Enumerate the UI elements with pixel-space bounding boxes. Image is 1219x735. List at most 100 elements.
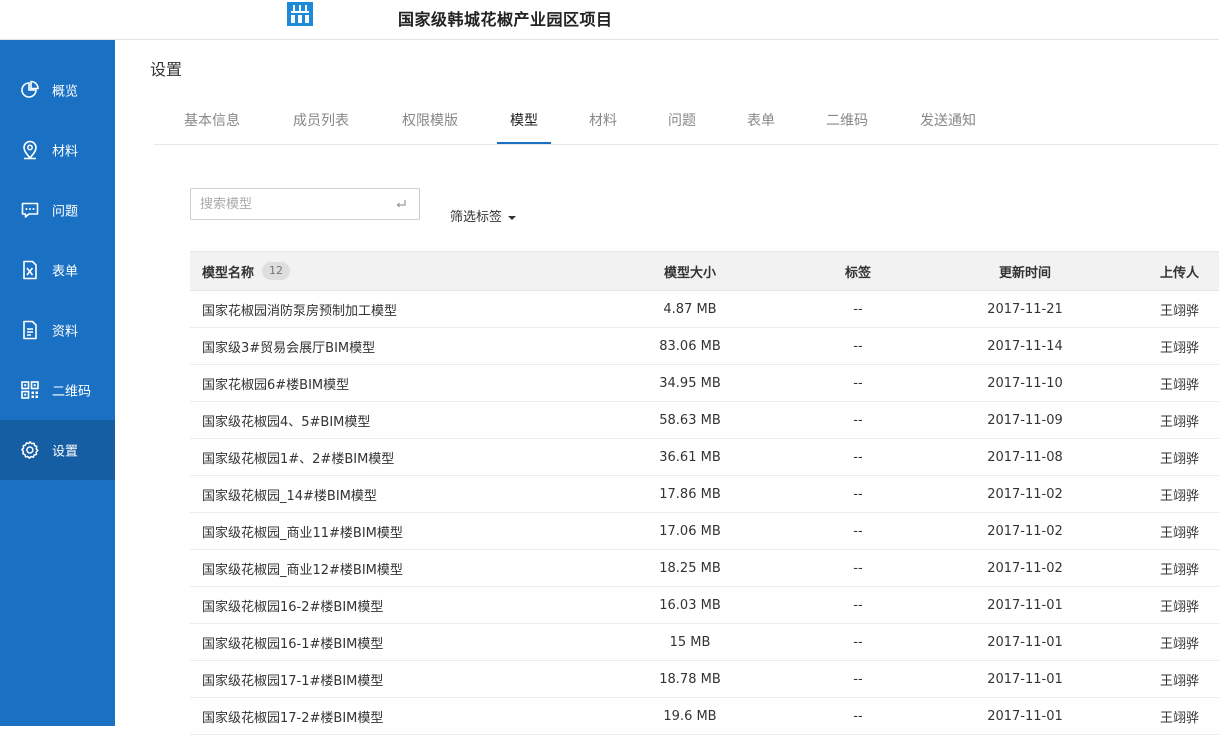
sidebar: 概览 材料 问题 表单 资料 二维码 设置 — [0, 40, 115, 726]
cell-model-size: 15 MB — [669, 634, 711, 650]
cell-tag: -- — [853, 338, 863, 354]
pie-chart-icon — [21, 80, 39, 98]
cell-uploader: 王翊骅 — [1160, 414, 1200, 430]
cell-model-size: 4.87 MB — [663, 301, 717, 317]
cell-update-time: 2017-11-08 — [987, 449, 1063, 465]
cell-update-time: 2017-11-02 — [987, 523, 1063, 539]
cell-model-size: 58.63 MB — [659, 412, 721, 428]
cell-model-size: 83.06 MB — [659, 338, 721, 354]
cell-tag: -- — [853, 412, 863, 428]
sidebar-item-overview[interactable]: 概览 — [0, 60, 115, 120]
table-row[interactable]: 国家级3#贸易会展厅BIM模型 83.06 MB -- 2017-11-14 王… — [190, 328, 1219, 365]
filter-tags-dropdown[interactable]: 筛选标签 — [450, 206, 517, 225]
tab-qrcode[interactable]: 二维码 — [823, 100, 871, 144]
table-row[interactable]: 国家级花椒园4、5#BIM模型 58.63 MB -- 2017-11-09 王… — [190, 402, 1219, 439]
tab-permission-templates[interactable]: 权限模版 — [399, 100, 461, 144]
cell-model-name[interactable]: 国家级花椒园16-2#楼BIM模型 — [202, 587, 383, 623]
cell-model-name[interactable]: 国家级花椒园_商业11#楼BIM模型 — [202, 513, 403, 549]
cell-model-size: 18.78 MB — [659, 671, 721, 687]
sidebar-item-materials[interactable]: 材料 — [0, 120, 115, 180]
sidebar-item-issues[interactable]: 问题 — [0, 180, 115, 240]
table-row[interactable]: 国家级花椒园16-1#楼BIM模型 15 MB -- 2017-11-01 王翊… — [190, 624, 1219, 661]
cell-uploader: 王翊骅 — [1160, 303, 1200, 319]
cell-uploader: 王翊骅 — [1160, 710, 1200, 726]
header-model-size[interactable]: 模型大小 — [635, 252, 745, 290]
table-row[interactable]: 国家级花椒园17-2#楼BIM模型 19.6 MB -- 2017-11-01 … — [190, 698, 1219, 735]
enter-icon[interactable] — [395, 198, 407, 210]
cell-model-name[interactable]: 国家级3#贸易会展厅BIM模型 — [202, 328, 375, 364]
table-row[interactable]: 国家级花椒园_商业12#楼BIM模型 18.25 MB -- 2017-11-0… — [190, 550, 1219, 587]
tab-issues[interactable]: 问题 — [665, 100, 699, 144]
tab-send-notification[interactable]: 发送通知 — [917, 100, 979, 144]
tab-materials[interactable]: 材料 — [586, 100, 620, 144]
page-title: 设置 — [150, 60, 183, 79]
table-row[interactable]: 国家花椒园6#楼BIM模型 34.95 MB -- 2017-11-10 王翊骅 — [190, 365, 1219, 402]
sidebar-item-forms[interactable]: 表单 — [0, 240, 115, 300]
cell-tag: -- — [853, 375, 863, 391]
tab-basic-info[interactable]: 基本信息 — [181, 100, 243, 144]
cell-tag: -- — [853, 634, 863, 650]
cell-model-name[interactable]: 国家花椒园6#楼BIM模型 — [202, 365, 349, 401]
table-row[interactable]: 国家级花椒园17-1#楼BIM模型 18.78 MB -- 2017-11-01… — [190, 661, 1219, 698]
sidebar-item-settings[interactable]: 设置 — [0, 420, 115, 480]
cell-update-time: 2017-11-01 — [987, 634, 1063, 650]
table-row[interactable]: 国家级花椒园1#、2#楼BIM模型 36.61 MB -- 2017-11-08… — [190, 439, 1219, 476]
sidebar-item-label: 问题 — [52, 204, 79, 220]
search-input[interactable] — [200, 189, 380, 219]
cell-update-time: 2017-11-14 — [987, 338, 1063, 354]
table-row[interactable]: 国家花椒园消防泵房预制加工模型 4.87 MB -- 2017-11-21 王翊… — [190, 291, 1219, 328]
cell-model-size: 36.61 MB — [659, 449, 721, 465]
chat-bubble-icon — [21, 202, 39, 218]
cell-model-size: 19.6 MB — [663, 708, 717, 724]
cell-update-time: 2017-11-01 — [987, 597, 1063, 613]
cell-tag: -- — [853, 560, 863, 576]
sidebar-item-label: 资料 — [52, 324, 79, 340]
cell-model-size: 17.86 MB — [659, 486, 721, 502]
cell-uploader: 王翊骅 — [1160, 340, 1200, 356]
cell-update-time: 2017-11-02 — [987, 560, 1063, 576]
sidebar-item-label: 二维码 — [52, 384, 92, 400]
cell-model-name[interactable]: 国家级花椒园_14#楼BIM模型 — [202, 476, 377, 512]
table-row[interactable]: 国家级花椒园_14#楼BIM模型 17.86 MB -- 2017-11-02 … — [190, 476, 1219, 513]
sidebar-item-qrcode[interactable]: 二维码 — [0, 360, 115, 420]
cell-update-time: 2017-11-10 — [987, 375, 1063, 391]
header-uploader: 上传人 — [1160, 265, 1200, 281]
table-row[interactable]: 国家级花椒园16-2#楼BIM模型 16.03 MB -- 2017-11-01… — [190, 587, 1219, 624]
cell-model-name[interactable]: 国家级花椒园16-1#楼BIM模型 — [202, 624, 383, 660]
cell-model-name[interactable]: 国家级花椒园17-2#楼BIM模型 — [202, 698, 383, 734]
cell-uploader: 王翊骅 — [1160, 488, 1200, 504]
cell-model-size: 17.06 MB — [659, 523, 721, 539]
cell-uploader: 王翊骅 — [1160, 673, 1200, 689]
cell-model-size: 18.25 MB — [659, 560, 721, 576]
cell-model-name[interactable]: 国家花椒园消防泵房预制加工模型 — [202, 291, 397, 327]
document-icon — [23, 320, 37, 340]
cell-uploader: 王翊骅 — [1160, 377, 1200, 393]
table-header: 模型名称 12 模型大小 标签 更新时间 上传人 — [190, 251, 1219, 291]
model-count-badge: 12 — [262, 262, 291, 280]
tab-forms[interactable]: 表单 — [744, 100, 778, 144]
cell-update-time: 2017-11-01 — [987, 671, 1063, 687]
cell-uploader: 王翊骅 — [1160, 636, 1200, 652]
header-tag: 标签 — [844, 265, 871, 281]
cell-model-name[interactable]: 国家级花椒园17-1#楼BIM模型 — [202, 661, 383, 697]
tab-models[interactable]: 模型 — [497, 100, 551, 144]
cell-model-name[interactable]: 国家级花椒园1#、2#楼BIM模型 — [202, 439, 394, 475]
excel-file-icon — [23, 260, 37, 280]
table-row[interactable]: 国家级花椒园_商业11#楼BIM模型 17.06 MB -- 2017-11-0… — [190, 513, 1219, 550]
chevron-down-icon — [508, 215, 517, 220]
tab-member-list[interactable]: 成员列表 — [290, 100, 352, 144]
cell-tag: -- — [853, 301, 863, 317]
cell-model-name[interactable]: 国家级花椒园_商业12#楼BIM模型 — [202, 550, 403, 586]
cell-update-time: 2017-11-01 — [987, 708, 1063, 724]
cell-model-name[interactable]: 国家级花椒园4、5#BIM模型 — [202, 402, 370, 438]
sidebar-item-documents[interactable]: 资料 — [0, 300, 115, 360]
cell-tag: -- — [853, 449, 863, 465]
project-title: 国家级韩城花椒产业园区项目 — [398, 10, 613, 29]
company-logo[interactable] — [287, 2, 313, 26]
cell-update-time: 2017-11-02 — [987, 486, 1063, 502]
header-model-name[interactable]: 模型名称 12 — [202, 252, 291, 290]
cell-tag: -- — [853, 597, 863, 613]
table-body: 国家花椒园消防泵房预制加工模型 4.87 MB -- 2017-11-21 王翊… — [190, 291, 1219, 735]
cell-tag: -- — [853, 708, 863, 724]
header-update-time[interactable]: 更新时间 — [965, 252, 1085, 290]
